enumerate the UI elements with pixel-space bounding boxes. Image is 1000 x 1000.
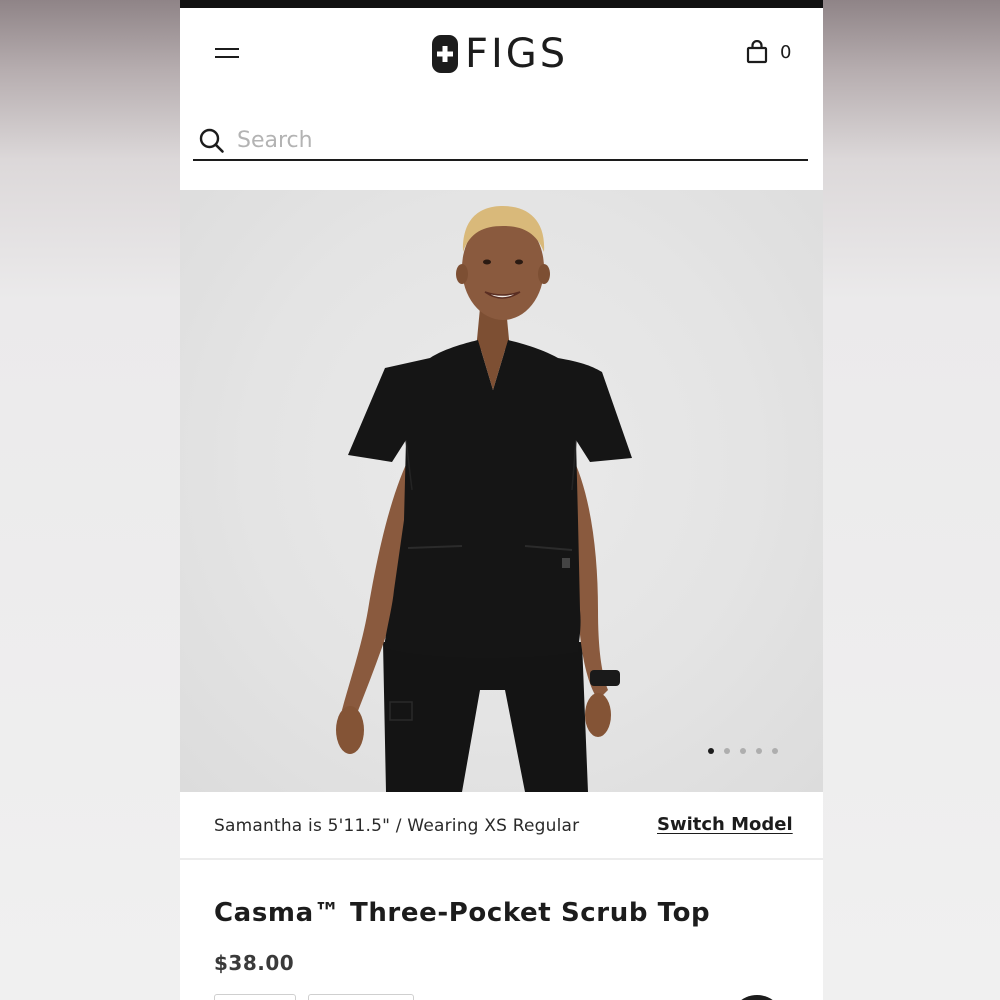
carousel-dot[interactable] [740,748,746,754]
carousel-dot[interactable] [708,748,714,754]
product-photo [336,206,632,792]
search-input[interactable] [237,128,808,153]
floating-action-button[interactable] [730,995,784,1000]
brand-name: FIGS [465,31,569,77]
carousel-dots [708,748,778,754]
option-button[interactable] [214,994,296,1000]
bag-icon [746,40,768,64]
top-strip [180,0,823,8]
background-left [0,0,180,1000]
carousel-dot[interactable] [756,748,762,754]
menu-icon[interactable] [214,44,240,64]
figs-cross-logo-icon [432,35,458,73]
product-price: $38.00 [214,951,295,975]
switch-model-link[interactable]: Switch Model [657,814,793,835]
product-image-carousel[interactable] [180,190,823,792]
carousel-dot[interactable] [724,748,730,754]
search-bar[interactable] [193,122,808,161]
mobile-page: FIGS 0 Search Samantha is 5'11.5" / Wear… [180,0,823,1000]
option-button[interactable] [308,994,414,1000]
search-icon[interactable] [199,128,225,154]
cart-button[interactable]: 0 [746,40,791,64]
model-info-text: Samantha is 5'11.5" / Wearing XS Regular [214,816,580,836]
product-title: Casma™ Three-Pocket Scrub Top [214,898,711,928]
brand-logo[interactable]: FIGS [432,34,568,74]
cart-count: 0 [780,41,792,63]
carousel-dot[interactable] [772,748,778,754]
background-right [823,0,1000,1000]
model-info-row: Samantha is 5'11.5" / Wearing XS Regular… [180,792,823,860]
